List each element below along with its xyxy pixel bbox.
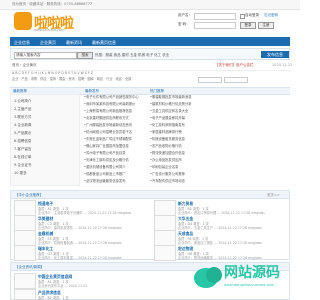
left-list-item[interactable]: 4.企业新闻 [14,123,31,128]
latest-list-item[interactable]: •成都食品公司新品上市推广 [84,172,126,176]
latest-list-item[interactable]: •天津化工原料供应及价格行情 [84,158,129,162]
left-list-item[interactable]: 2.主营产品 [14,107,31,112]
company-desc: 企业简介：建材批发零售 … 2024-11-22 17:28 meglabs [38,226,122,230]
latest-list-item[interactable]: •苏州电子有限公司产品目录 [84,151,126,155]
category-filter[interactable]: 企业 · 产品 · 求购 · 供应 · 招商 · 展会 · 资讯 · 招聘 · … [12,77,131,81]
username-label: 用户名： [178,13,192,17]
login-button[interactable]: 登录 [240,22,256,29]
news-meta: 会员：B2 浏览：1 次 [38,296,69,300]
left-list-item[interactable]: 3.联系方式 [14,115,31,120]
hot-list-item[interactable]: •汽车配件供应市场动态 [150,179,185,183]
left-list-item[interactable]: 5.产品展示 [14,131,31,136]
hot-list-item[interactable]: •五金工具供应商名录大全 [150,109,188,113]
post-info-button[interactable]: 发布信息 [261,51,289,58]
hot-list-item[interactable]: •机械设备租赁服务信息 [150,137,185,141]
left-list-item[interactable]: 8.在线订单 [14,155,31,160]
hot-list-item[interactable]: •物流快递加盟合作信息 [150,151,185,155]
nav-item-latest-listings[interactable]: 最新黄页信息 [92,40,116,46]
company-desc: 企业简介：五金工具生产 … 2024-11-22 17:28 meglabs [178,226,262,230]
letter-index[interactable]: A B C D E F G H I J K L M N O P Q R S T … [12,71,93,75]
company-logo [154,230,176,246]
company-logo [14,215,36,231]
login-panel: 用户名： 自动登录 忘记密码 密 码： 登录 注册 [178,13,288,37]
company-desc: 企业简介：机械设备制造 … 2024-11-22 17:28 meglabs [38,241,122,245]
nav-item-latest-news[interactable]: 最新资讯 [66,40,82,46]
register-button[interactable]: 注册 [258,22,274,29]
nav-item-company-info[interactable]: 企业信息 [14,40,30,46]
company-logo [154,215,176,231]
remember-label: 自动登录 [245,13,259,17]
password-input[interactable] [194,22,236,29]
latest-list-item[interactable]: •武汉物流运输服务信息发布 [84,179,126,183]
left-list-item[interactable]: 9.企业证书 [14,163,31,168]
latest-list-item[interactable]: •杭州网络公司招聘业务员若干名 [84,130,132,134]
hot-list-item[interactable]: •化工原料采购指南发布 [150,123,185,127]
left-pane: 1.公司简介 2.主营产品 3.联系方式 4.企业新闻 5.产品展示 6.招聘信… [10,94,80,186]
left-list-item[interactable]: 6.招聘信息 [14,139,31,144]
logo-mark-icon [14,12,32,30]
company-desc: 企业简介：食品加工销售 … 2024-11-22 17:28 meglabs [178,241,262,245]
latest-list-item[interactable]: •重庆机械设备有限公司简介 [84,165,126,169]
filter-select-2[interactable] [224,77,248,83]
hot-list-item[interactable]: •家居建材品牌排行榜 [150,130,182,134]
company-desc: 企业简介：化工原料批发 … 2024-11-22 17:28 meglabs [38,256,122,260]
username-input[interactable] [194,13,236,20]
breadcrumb-path[interactable]: 首页 › 企业黄页 [12,63,37,68]
header-col-recommended: 最新推荐 [13,88,27,93]
left-list-item[interactable]: 1.公司简介 [14,99,31,104]
company-desc: 企业简介：主营各类电子元器件 … 2024-11-22 17:28 meglab… [38,211,132,215]
topbar-text: 设为首页 · 收藏本站 · 服务热线：0755-88888777 [12,1,93,6]
filter-select-1[interactable] [198,77,222,83]
latest-list-item[interactable]: •广州服装批发市场最新动态资讯 [84,123,132,127]
breadcrumb: 首页 › 企业黄页 【关于我们】用户公告栏 2024-11-22 [10,63,293,71]
latest-list-item[interactable]: •东莞五金制品厂供应不锈钢配件 [84,137,132,141]
hot-list-item[interactable]: •服装鞋帽批发市场最新消息 [150,95,192,99]
latest-list-item[interactable]: •北京建材集团供应商联系方式 [84,116,129,120]
company-logo [14,200,36,216]
latest-list-item[interactable]: •电子元件有限公司产品销售服务中心 [84,95,139,99]
hot-list-item[interactable]: •电子产品展会即将开幕 [150,116,185,120]
company-desc: 企业简介：物流运输服务 … 2024-11-22 17:28 meglabs [178,256,262,260]
hot-list-item[interactable]: •建筑材料价格行情走势分析 [150,102,192,106]
hot-list-item[interactable]: •广告设计服务公司推荐 [150,172,185,176]
news-thumbnail [14,289,36,300]
latest-list-item[interactable]: •上海贸易有限公司新品推荐信息 [84,109,132,113]
forgot-link[interactable]: 忘记密码 [264,13,278,18]
header-col-hot: 热门推荐 [150,88,164,93]
search-input[interactable]: 请输入搜索内容 [14,52,77,59]
nav-item-yellow-pages[interactable]: 企业黄页 [40,40,56,46]
search-bar: 请输入搜索内容 搜索 热搜：服装 食品 建材 五金 机械 电子 化工 农业 发布… [10,48,290,60]
watermark-domain: www.wangzhanyuanma.com [224,283,275,287]
hot-searches[interactable]: 热搜：服装 食品 建材 五金 机械 电子 化工 农业 [95,53,169,58]
hot-list-item[interactable]: •印刷包装企业名录 [150,165,178,169]
left-list-item[interactable]: 7.客户留言 [14,147,31,152]
company-more-link[interactable]: 更多>> [267,193,280,198]
company-logo [154,245,176,261]
announcement-link[interactable]: 【关于我们】用户公告栏 [215,63,254,68]
left-list-item[interactable]: 10.更多 [14,171,27,176]
password-label: 密 码： [178,22,190,26]
watermark: 网站源码 www.wangzhanyuanma.com [192,262,297,292]
main-nav: 企业信息 企业黄页 最新资讯 最新黄页信息 [10,37,290,46]
news-desc: 企业资讯发布平台 … 2024-11-22 [38,284,88,288]
latest-list-item[interactable]: •佛山家具厂全国招商加盟信息 [84,144,129,148]
company-section-title: 【中小企业推荐】 [15,193,43,197]
news-thumbnail [14,273,36,289]
hot-list-item[interactable]: •农产品收购价格行情 [150,144,182,148]
company-logo [14,230,36,246]
announcement-date: 2024-11-22 [272,63,293,67]
company-section-head: 【中小企业推荐】 更多>> [11,191,289,199]
company-desc: 企业简介：进出口贸易代理 … 2024-11-22 17:28 meglabs [178,211,265,215]
logo-domain: www.lalalala.com [34,28,65,32]
header-col-latest: 最新发布 [85,88,99,93]
watermark-text: 网站源码 [224,265,280,281]
news-section-title: 【企业资讯/新闻】 [15,265,45,269]
hot-list-item[interactable]: •办公用品批发供应商 [150,158,182,162]
site-logo[interactable]: 啦啦啦 www.lalalala.com [14,10,74,34]
company-logo [154,200,176,216]
latest-list-item[interactable]: •深圳市某某科技有限公司最新报价 [84,102,135,106]
search-button[interactable]: 搜索 [77,52,93,59]
company-logo [14,245,36,261]
